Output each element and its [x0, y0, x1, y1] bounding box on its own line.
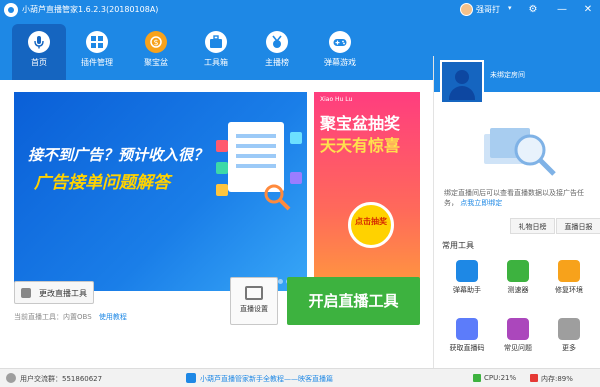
app-logo-icon: [4, 3, 18, 17]
tool-label: 修复环境: [555, 286, 583, 294]
change-live-tool-label: 更改直播工具: [39, 289, 87, 298]
settings-gear-icon[interactable]: ⚙: [525, 2, 541, 18]
ranking-medal-icon: [266, 31, 288, 53]
ad-banner-carousel[interactable]: 接不到广告？预计收入很？ 广告接单问题解答: [14, 92, 307, 291]
lottery-banner[interactable]: Xiao Hu Lu 聚宝盆抽奖 天天有惊喜 点击抽奖: [314, 92, 420, 291]
live-settings-button[interactable]: 直播设置: [230, 277, 278, 325]
nav-tab-plugins[interactable]: 插件管理: [70, 20, 124, 80]
start-live-tool-button[interactable]: 开启直播工具: [287, 277, 420, 325]
close-icon[interactable]: ✕: [580, 2, 596, 18]
tool-label: 弹幕助手: [453, 286, 481, 294]
banner-chart-tile-icon: [290, 132, 302, 144]
plugin-grid-icon: [86, 31, 108, 53]
banner-subheadline: 广告接单问题解答: [34, 173, 170, 193]
room-avatar[interactable]: [440, 60, 484, 104]
banner-chart-tile-icon: [216, 140, 228, 152]
tool-get-stream-code[interactable]: 获取直播码: [442, 318, 492, 362]
room-status: 未绑定房间: [490, 71, 525, 79]
current-live-tool: 当前直播工具：内置OBS 使用教程: [14, 312, 127, 322]
live-settings-label: 直播设置: [240, 305, 268, 313]
tool-more[interactable]: 更多: [544, 318, 594, 362]
room-header: 未绑定房间: [434, 56, 600, 104]
user-group-icon: [6, 373, 16, 383]
gamepad-icon: [329, 31, 351, 53]
tab-live-daily-report[interactable]: 直播日报: [556, 218, 600, 234]
nav-label: 聚宝盆: [144, 58, 168, 67]
tool-label: 常见问题: [504, 344, 532, 352]
microphone-icon: [28, 31, 50, 53]
status-bar: 用户交流群：551860627 小葫芦直播管家新手全教程——映客直播篇 CPU:…: [0, 368, 600, 387]
lottery-subtitle: Xiao Hu Lu: [320, 96, 353, 103]
nav-label: 弹幕游戏: [324, 58, 356, 67]
tool-speed-test[interactable]: 测速器: [493, 260, 543, 304]
lottery-title: 聚宝盆抽奖: [320, 114, 401, 133]
user-group-number: 用户交流群：551860627: [20, 375, 103, 383]
right-panel: 未绑定房间 绑定直播间后可以查看直播数据以及接广告任务， 点我立即绑定 礼物日榜…: [433, 56, 600, 368]
tab-gift-daily-rank[interactable]: 礼物日榜: [510, 218, 555, 234]
more-dots-icon: [558, 318, 580, 340]
tool-faq[interactable]: 常见问题: [493, 318, 543, 362]
camera-icon: [245, 286, 263, 300]
tool-label: 测速器: [507, 286, 529, 294]
nav-tab-ranking[interactable]: 主播榜: [250, 20, 304, 80]
cpu-usage: CPU:21%: [484, 374, 517, 382]
nav-tab-home[interactable]: 首页: [12, 24, 66, 80]
main-content: 接不到广告？预计收入很？ 广告接单问题解答 Xiao Hu Lu 聚宝盆抽奖 天…: [0, 80, 433, 368]
tutorial-link[interactable]: 使用教程: [99, 313, 127, 321]
nav-tab-treasure[interactable]: $ 聚宝盆: [129, 20, 183, 80]
tool-danmaku-assistant[interactable]: 弹幕助手: [442, 260, 492, 304]
title-bar: 小葫芦直播管家1.6.2.3(20180108A) 强哥打 ▾ ⚙ — ✕: [0, 0, 600, 20]
banner-chart-tile-icon: [216, 162, 228, 174]
bind-room-illustration-icon: [484, 128, 556, 176]
stream-code-icon: [456, 318, 478, 340]
lottery-draw-label: 点击抽奖: [355, 217, 387, 226]
banner-headline: 接不到广告？预计收入很？: [28, 146, 209, 164]
treasure-bowl-icon: $: [145, 31, 167, 53]
carousel-dot[interactable]: [278, 279, 283, 284]
tool-label: 更多: [562, 344, 576, 352]
minimize-icon[interactable]: —: [554, 2, 570, 18]
memory-usage: 内存:89%: [541, 375, 573, 383]
faq-qa-icon: [507, 318, 529, 340]
user-name[interactable]: 强哥打: [476, 4, 500, 15]
user-avatar[interactable]: [460, 3, 473, 16]
common-tools-title: 常用工具: [442, 241, 474, 250]
room-description: 绑定直播间后可以查看直播数据以及接广告任务， 点我立即绑定: [444, 188, 594, 208]
lottery-tagline: 天天有惊喜: [320, 136, 401, 155]
current-live-tool-text: 当前直播工具：内置OBS: [14, 313, 92, 321]
news-icon: [186, 373, 196, 383]
nav-tab-toolbox[interactable]: 工具箱: [189, 20, 243, 80]
banner-chart-tile-icon: [216, 184, 228, 196]
speed-test-icon: [507, 260, 529, 282]
news-link[interactable]: 小葫芦直播管家新手全教程——映客直播篇: [200, 374, 333, 384]
svg-text:$: $: [153, 38, 158, 47]
nav-label: 工具箱: [204, 58, 228, 67]
tool-label: 获取直播码: [449, 344, 485, 352]
change-live-tool-button[interactable]: 更改直播工具: [14, 281, 94, 304]
cpu-icon: [473, 374, 481, 382]
window-title: 小葫芦直播管家1.6.2.3(20180108A): [22, 5, 159, 14]
repair-wrench-icon: [558, 260, 580, 282]
chevron-down-icon[interactable]: ▾: [508, 4, 512, 12]
danmaku-assistant-icon: [456, 260, 478, 282]
switch-icon: [21, 288, 31, 298]
toolbox-icon: [205, 31, 227, 53]
bind-now-link[interactable]: 点我立即绑定: [460, 199, 502, 207]
tool-repair-environment[interactable]: 修复环境: [544, 260, 594, 304]
nav-label: 首页: [31, 58, 47, 67]
magnifier-icon: [264, 184, 291, 211]
lottery-draw-button[interactable]: 点击抽奖: [348, 202, 394, 248]
nav-label: 插件管理: [81, 58, 113, 67]
nav-tab-danmaku-games[interactable]: 弹幕游戏: [313, 20, 367, 80]
nav-label: 主播榜: [265, 58, 289, 67]
memory-icon: [530, 374, 538, 382]
